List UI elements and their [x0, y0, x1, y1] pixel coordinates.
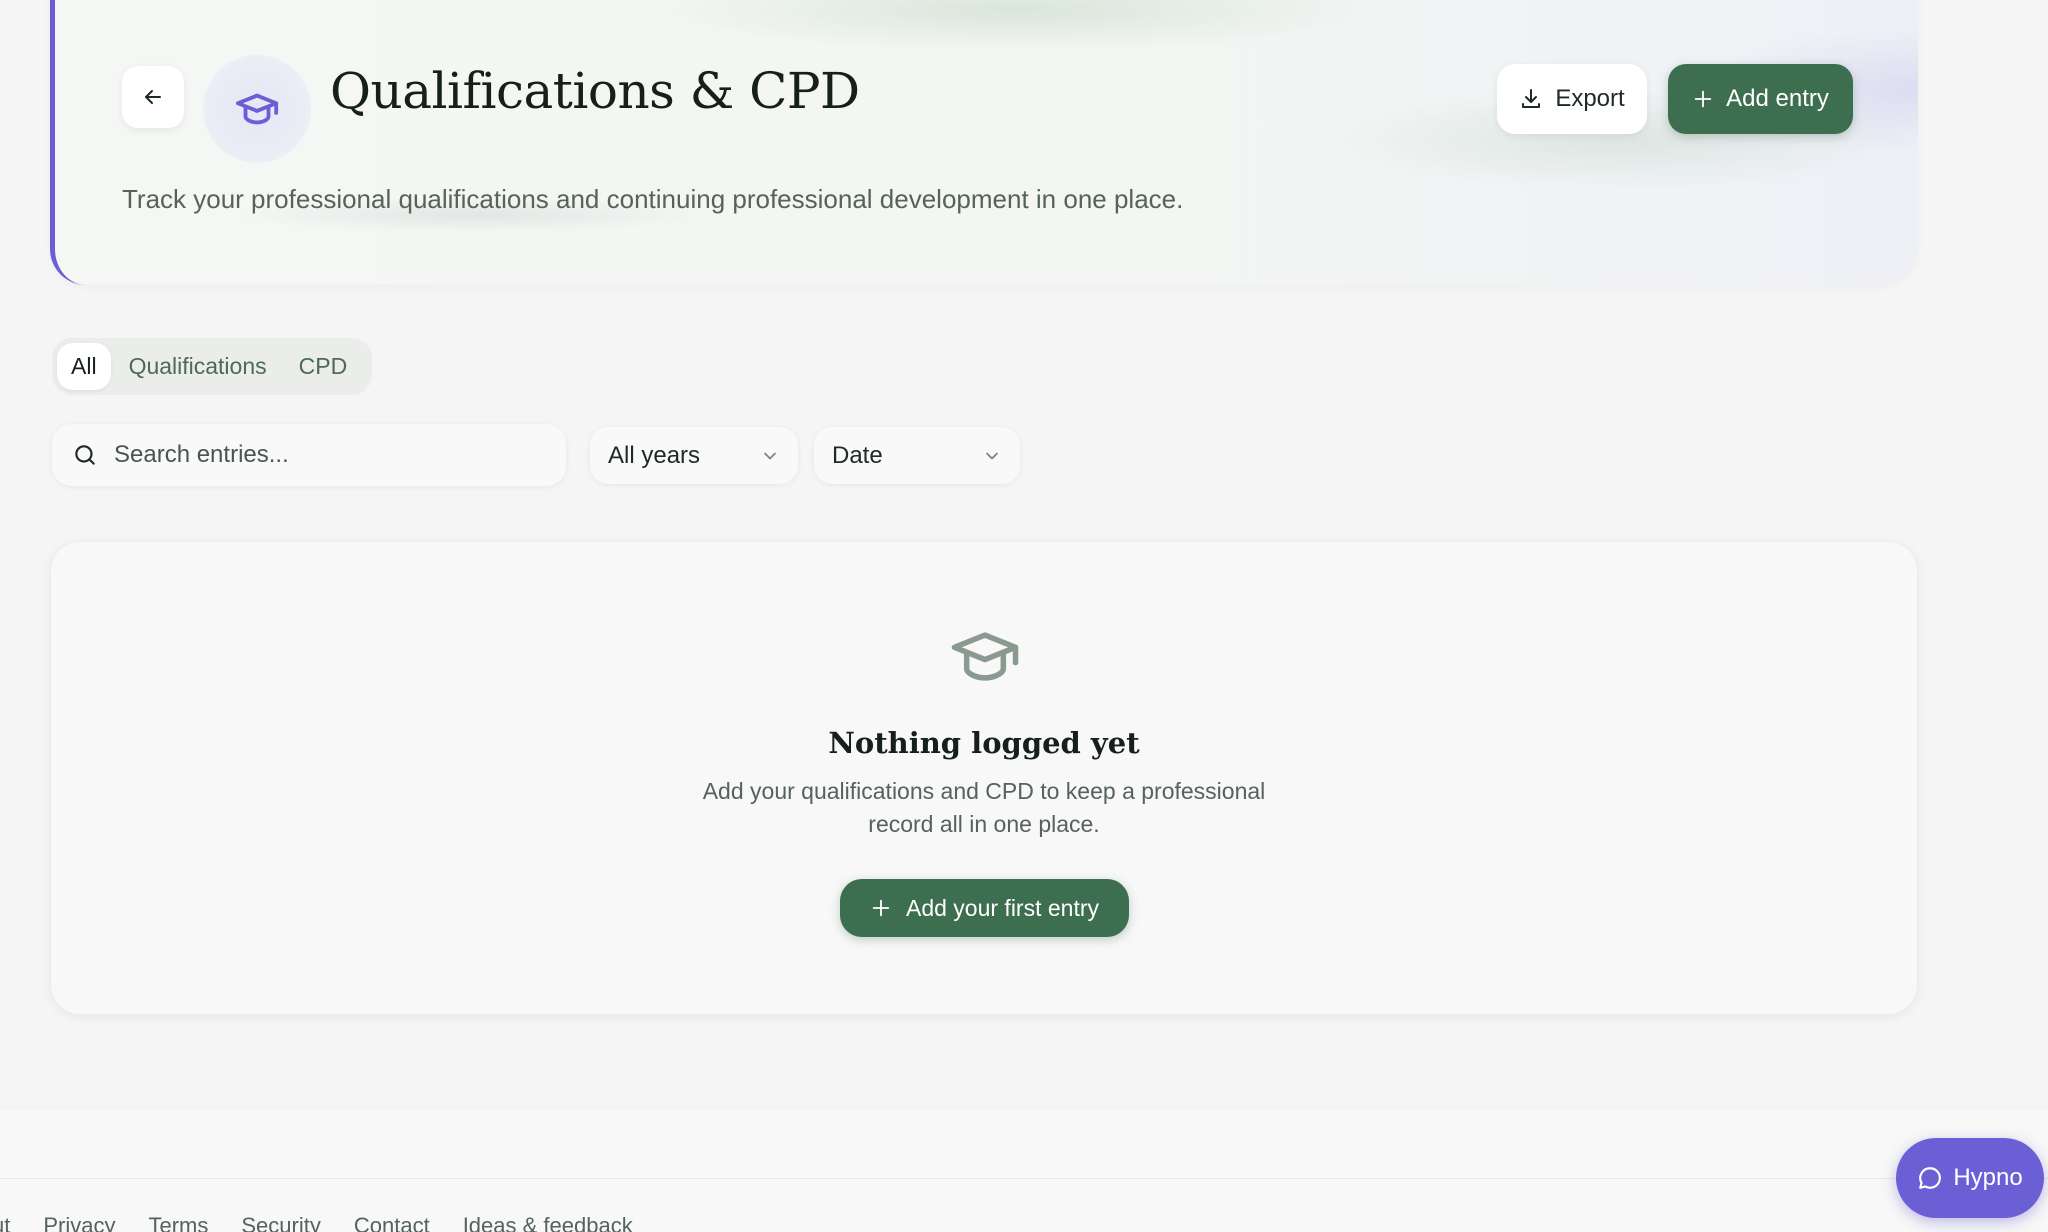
chat-bubble-icon — [1919, 1167, 1942, 1189]
sort-select[interactable]: Date — [814, 427, 1020, 484]
chevron-down-icon — [764, 452, 776, 459]
footer-links: ut Privacy Terms Security Contact Ideas … — [0, 1213, 633, 1232]
graduation-cap-icon — [235, 93, 279, 125]
hypno-chat-button[interactable]: Hypno — [1896, 1138, 2044, 1218]
footer-link-security[interactable]: Security — [241, 1213, 320, 1232]
footer-link-privacy[interactable]: Privacy — [43, 1213, 115, 1232]
add-entry-button-label: Add entry — [1726, 85, 1829, 112]
download-icon — [1522, 89, 1541, 108]
page-subtitle: Track your professional qualifications a… — [122, 184, 1184, 214]
page: Qualifications & CPD Track your professi… — [0, 0, 2048, 1232]
hypno-chat-label: Hypno — [1953, 1164, 2023, 1191]
add-entry-button[interactable]: Add entry — [1668, 64, 1853, 134]
export-button-label: Export — [1555, 85, 1625, 112]
sort-select-value: Date — [832, 441, 883, 469]
footer-link-ideas-feedback[interactable]: Ideas & feedback — [463, 1213, 633, 1232]
empty-state-icon — [945, 628, 1025, 688]
back-button[interactable] — [122, 66, 184, 128]
year-select[interactable]: All years — [590, 427, 798, 484]
footer-divider — [0, 1178, 2048, 1179]
chevron-down-icon — [986, 452, 998, 459]
page-title: Qualifications & CPD — [330, 62, 860, 120]
search-icon — [75, 445, 95, 465]
year-select-value: All years — [608, 441, 701, 469]
arrow-left-icon — [145, 90, 161, 104]
search-box — [52, 424, 566, 486]
search-input[interactable] — [114, 441, 534, 469]
tab-qualifications[interactable]: Qualifications — [115, 343, 281, 390]
footer-link-about[interactable]: ut — [0, 1213, 10, 1232]
page-header-card — [50, 0, 1918, 285]
tab-cpd[interactable]: CPD — [285, 343, 362, 390]
filter-tabs: All Qualifications CPD — [52, 338, 372, 395]
plus-icon — [872, 899, 890, 917]
add-first-entry-button[interactable]: Add your first entry — [840, 879, 1129, 937]
graduation-cap-icon — [951, 632, 1019, 681]
section-icon-badge — [203, 55, 311, 163]
empty-state-title: Nothing logged yet — [828, 726, 1140, 760]
empty-state-text: Add your qualifications and CPD to keep … — [702, 778, 1266, 837]
footer-link-contact[interactable]: Contact — [354, 1213, 430, 1232]
plus-icon — [1694, 90, 1712, 108]
footer-link-terms[interactable]: Terms — [148, 1213, 208, 1232]
add-first-entry-label: Add your first entry — [905, 894, 1100, 921]
tab-all[interactable]: All — [57, 343, 111, 390]
export-button[interactable]: Export — [1497, 64, 1647, 134]
